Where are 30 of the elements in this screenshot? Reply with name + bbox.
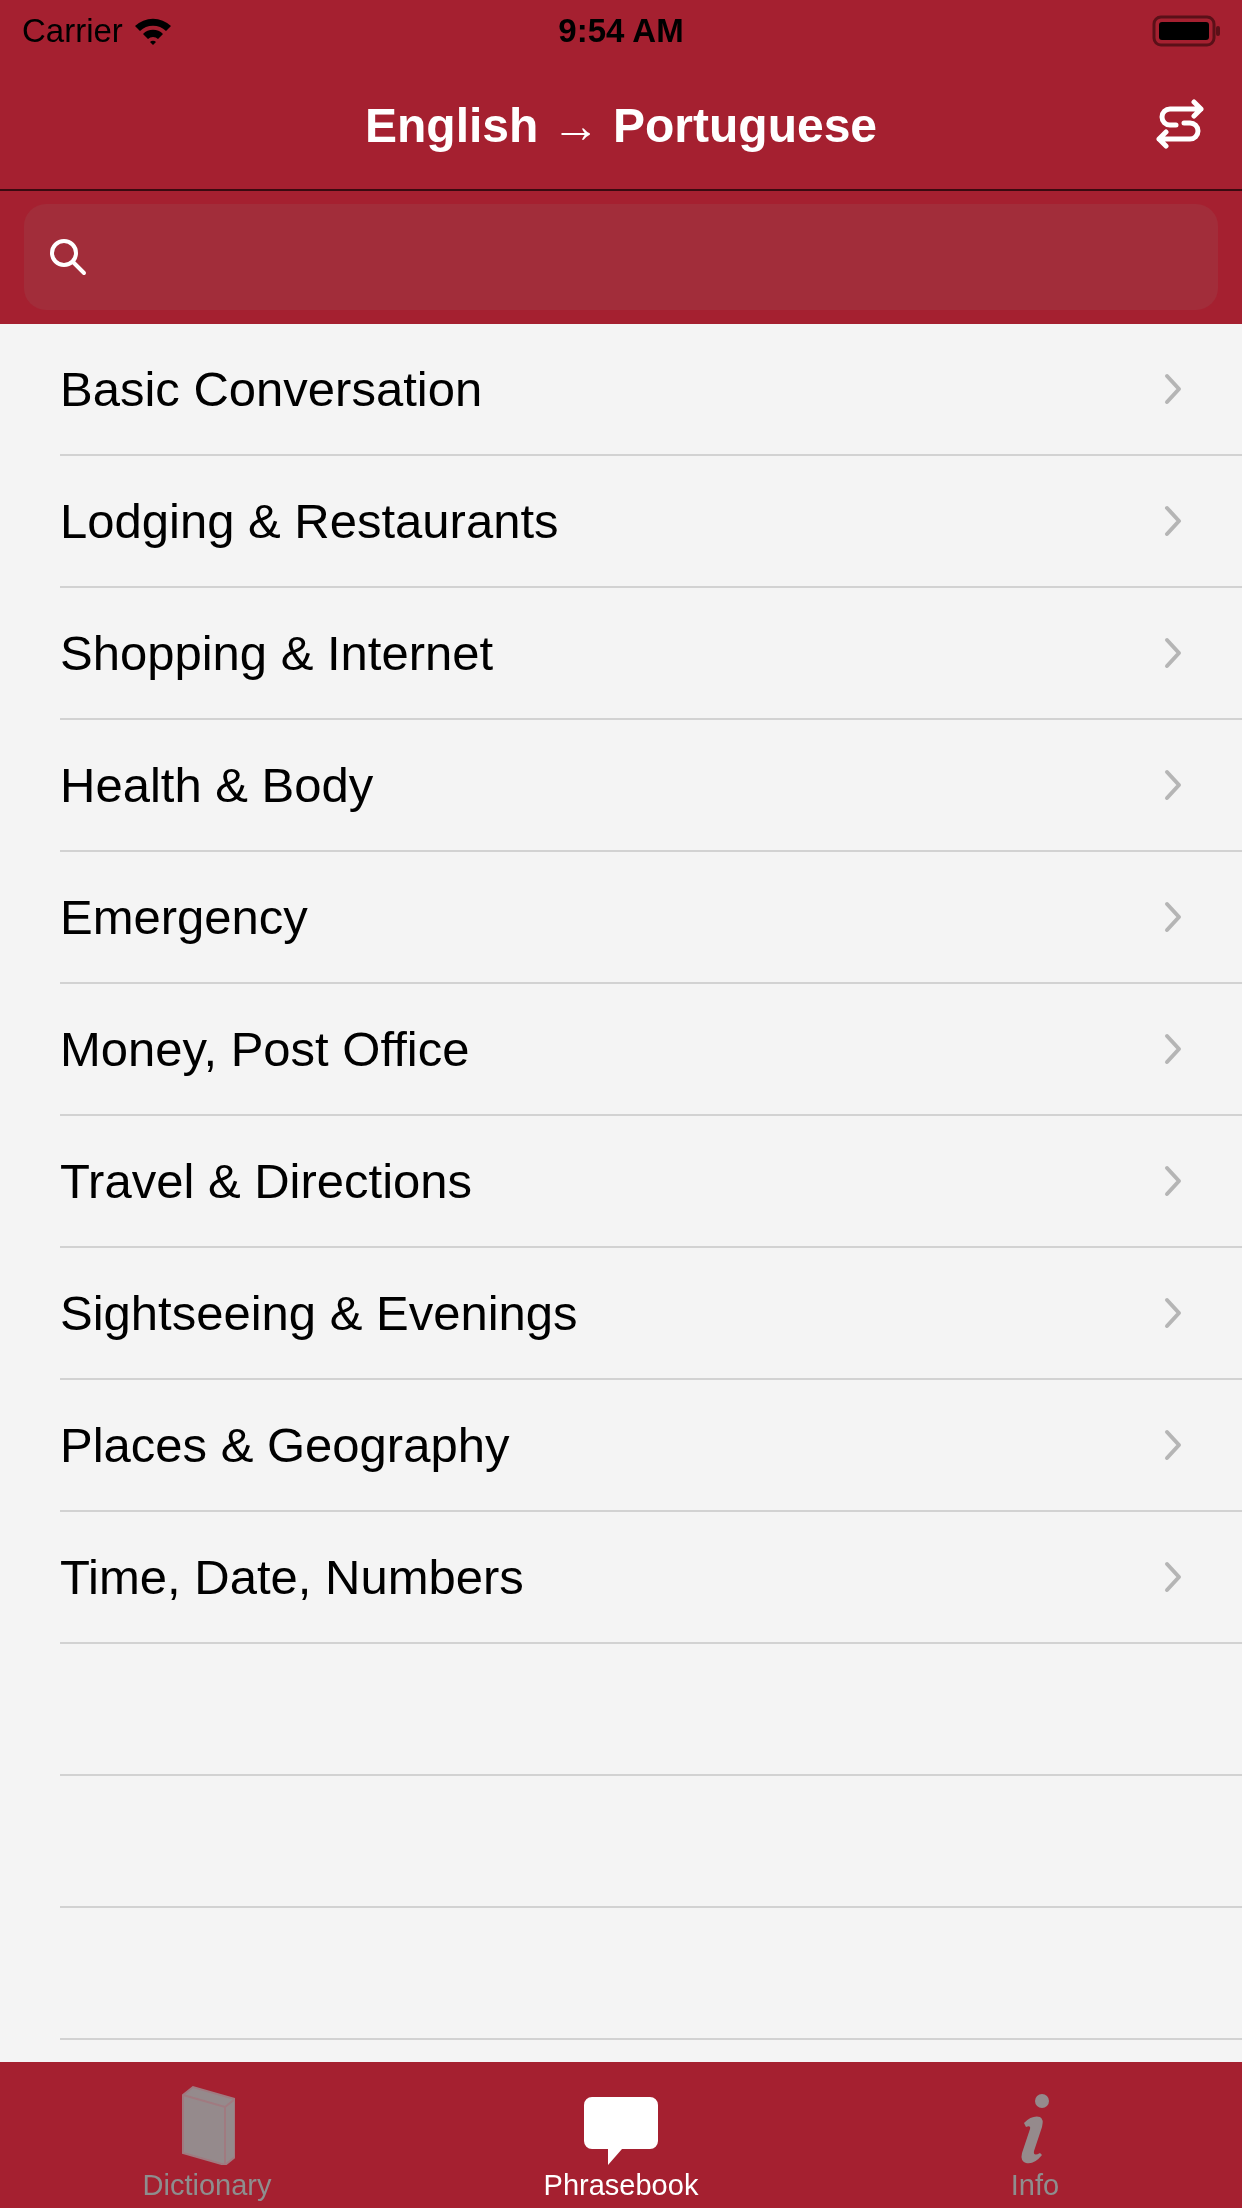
chevron-icon: [1164, 1429, 1182, 1461]
chevron-icon: [1164, 505, 1182, 537]
category-row[interactable]: Emergency: [60, 852, 1242, 984]
swap-icon[interactable]: [1156, 98, 1204, 150]
speech-bubble-icon: [584, 2097, 658, 2165]
category-row[interactable]: Money, Post Office: [60, 984, 1242, 1116]
category-row[interactable]: Shopping & Internet: [60, 588, 1242, 720]
category-row[interactable]: Travel & Directions: [60, 1116, 1242, 1248]
carrier-label: Carrier: [22, 12, 123, 50]
chevron-icon: [1164, 373, 1182, 405]
chevron-icon: [1164, 769, 1182, 801]
category-row[interactable]: Time, Date, Numbers: [60, 1512, 1242, 1644]
category-row[interactable]: Places & Geography: [60, 1380, 1242, 1512]
status-time: 9:54 AM: [557, 12, 685, 50]
chevron-icon: [1164, 1297, 1182, 1329]
book-icon: [179, 2085, 235, 2165]
tab-item[interactable]: Phrasebook: [414, 2062, 828, 2208]
chevron-icon: [1164, 1561, 1182, 1593]
chevron-icon: [1164, 1033, 1182, 1065]
nav-title: English → Portuguese: [364, 98, 878, 153]
category-row[interactable]: Sightseeing & Evenings: [60, 1248, 1242, 1380]
search-field[interactable]: [24, 204, 1218, 310]
category-row[interactable]: Lodging & Restaurants: [60, 456, 1242, 588]
chevron-icon: [1164, 1165, 1182, 1197]
battery-icon: [1152, 15, 1222, 47]
category-row[interactable]: Health & Body: [60, 720, 1242, 852]
category-row[interactable]: Basic Conversation: [60, 324, 1242, 456]
search-icon: [48, 237, 88, 277]
chevron-icon: [1164, 901, 1182, 933]
chevron-icon: [1164, 637, 1182, 669]
